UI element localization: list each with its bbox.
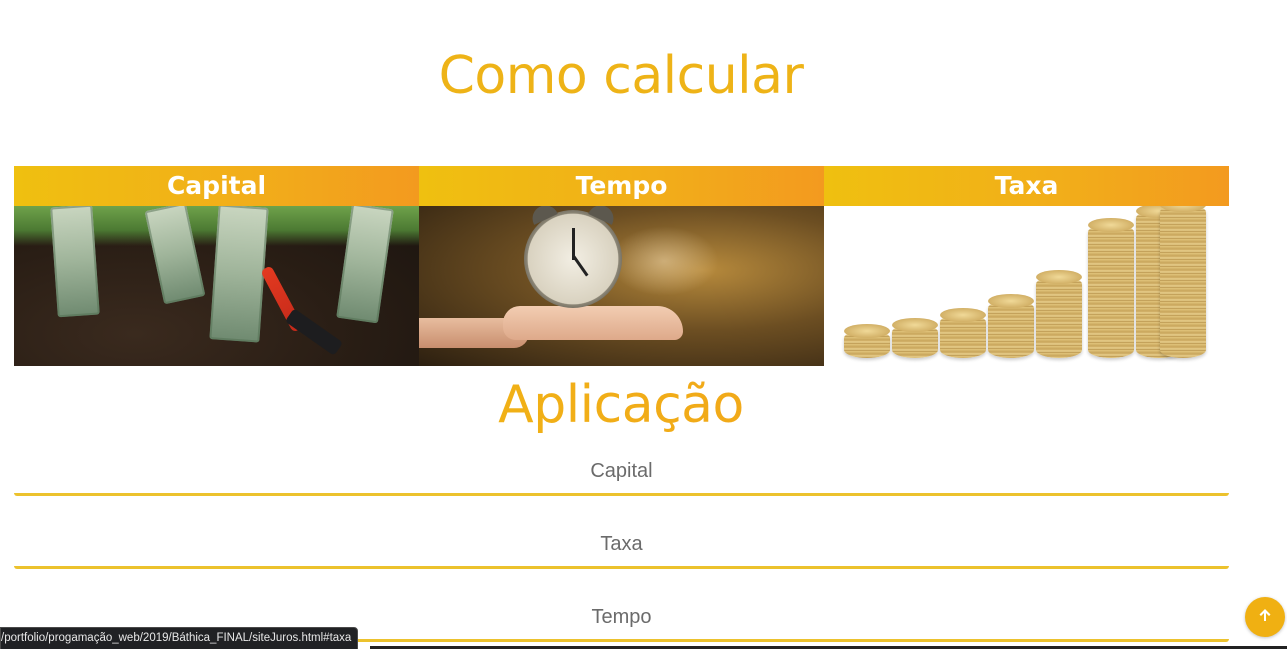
arrow-up-icon (1256, 606, 1274, 628)
alarm-clock-on-hand-image (419, 206, 824, 366)
card-taxa-label: Taxa (824, 166, 1229, 206)
page-title: Como calcular (438, 46, 804, 106)
capital-input[interactable] (14, 450, 1229, 496)
gold-coin-stacks-image (824, 206, 1229, 366)
taxa-input[interactable] (14, 523, 1229, 569)
calculation-cards: Capital Tempo Taxa (14, 166, 1229, 366)
card-capital[interactable]: Capital (14, 166, 419, 366)
aplicacao-title: Aplicação (0, 372, 1242, 438)
scroll-to-top-button[interactable] (1245, 597, 1285, 637)
card-capital-label: Capital (14, 166, 419, 206)
money-in-soil-image (14, 206, 419, 366)
card-tempo[interactable]: Tempo (419, 166, 824, 366)
card-taxa[interactable]: Taxa (824, 166, 1229, 366)
browser-status-bar: /portfolio/progamação_web/2019/Báthica_F… (0, 627, 359, 649)
card-tempo-label: Tempo (419, 166, 824, 206)
